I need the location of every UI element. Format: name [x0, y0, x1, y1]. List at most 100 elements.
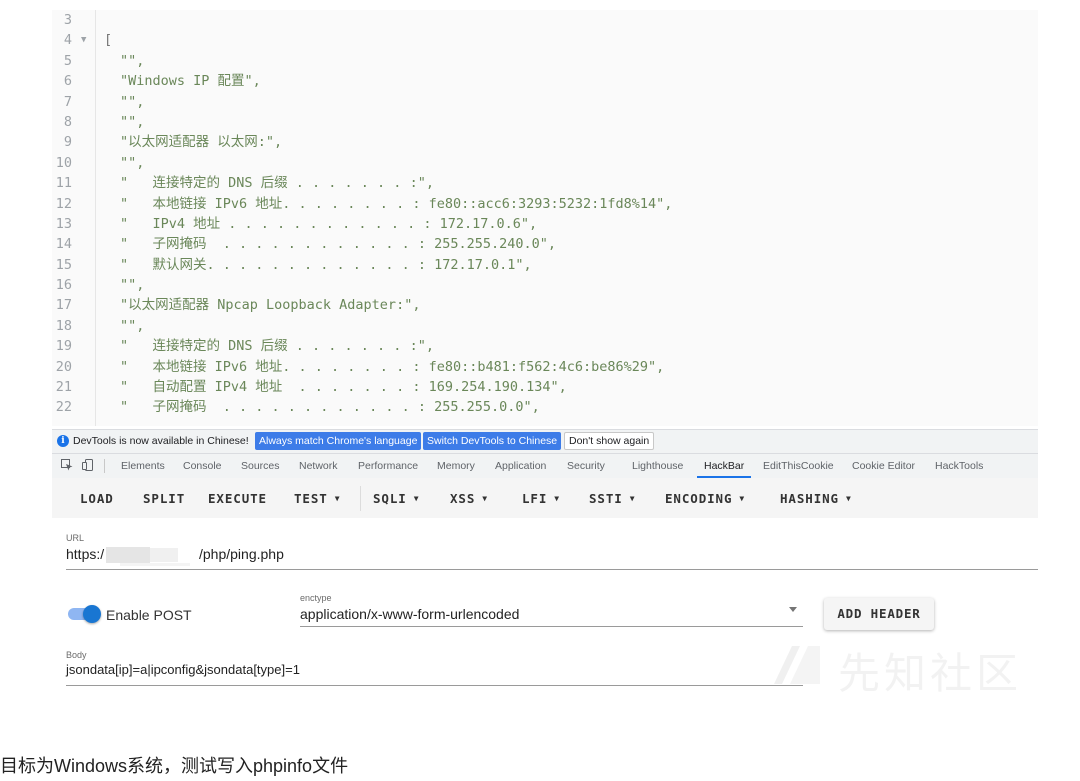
json-string-value: " 子网掩码 . . . . . . . . . . . . : 255.255…: [120, 399, 540, 416]
code-line: 7 "",: [52, 92, 1038, 112]
line-number: 12: [55, 195, 72, 212]
tab-elements[interactable]: Elements: [121, 460, 165, 472]
article-caption: 目标为Windows系统，测试写入phpinfo文件: [0, 756, 349, 776]
code-line: 13 " IPv4 地址 . . . . . . . . . . . . : 17…: [52, 214, 1038, 234]
json-string-value: " 连接特定的 DNS 后缀 . . . . . . . :",: [120, 338, 434, 355]
inspect-element-icon[interactable]: [61, 459, 73, 471]
code-lines: 3 4 ▼ [5 "", 6 "Windows IP 配置", 7 "", 8 "", 9 "以太网适配…: [52, 10, 1038, 418]
lfi-label: LFI: [522, 491, 548, 506]
caret-down-icon: ▼: [629, 494, 636, 503]
array-open-bracket: [: [104, 32, 113, 49]
tab-security[interactable]: Security: [567, 460, 605, 472]
switch-to-chinese-button[interactable]: Switch DevTools to Chinese: [423, 432, 562, 450]
line-number: 11: [55, 175, 72, 192]
xss-label: XSS: [450, 491, 476, 506]
info-icon: i: [57, 435, 69, 447]
url-input-underline: [66, 569, 1038, 570]
xss-menu-button[interactable]: XSS ▼: [450, 491, 488, 506]
hashing-menu-button[interactable]: HASHING ▼: [780, 491, 852, 506]
tab-editthiscookie[interactable]: EditThisCookie: [763, 460, 834, 472]
tab-hacktools[interactable]: HackTools: [935, 460, 983, 472]
body-label: Body: [66, 650, 87, 660]
dropdown-arrow-icon[interactable]: [789, 607, 797, 612]
tab-network[interactable]: Network: [299, 460, 338, 472]
tab-memory[interactable]: Memory: [437, 460, 475, 472]
line-number: 9: [63, 134, 72, 151]
line-number: 14: [55, 236, 72, 253]
json-string-value: "以太网适配器 Npcap Loopback Adapter:",: [120, 297, 421, 314]
always-match-language-button[interactable]: Always match Chrome's language: [255, 432, 422, 450]
tab-lighthouse[interactable]: Lighthouse: [632, 460, 683, 472]
line-number: 21: [55, 379, 72, 396]
code-line: 17 "以太网适配器 Npcap Loopback Adapter:",: [52, 295, 1038, 315]
test-menu-button[interactable]: TEST ▼: [294, 491, 340, 506]
code-line: 15 " 默认网关. . . . . . . . . . . . . : 172.…: [52, 255, 1038, 275]
code-line: 3: [52, 10, 1038, 30]
line-number: 19: [55, 338, 72, 355]
tab-cookie-editor[interactable]: Cookie Editor: [852, 460, 915, 472]
tab-performance[interactable]: Performance: [358, 460, 418, 472]
split-button[interactable]: SPLIT: [143, 491, 185, 506]
line-number: 8: [63, 113, 72, 130]
toolbar-separator: [104, 459, 105, 473]
toolbar-divider: [360, 486, 361, 511]
code-line: 21 " 自动配置 IPv4 地址 . . . . . . . : 169.254…: [52, 377, 1038, 397]
test-label: TEST: [294, 491, 328, 506]
code-line: 20 " 本地链接 IPv6 地址. . . . . . . . : fe80::…: [52, 357, 1038, 377]
line-number: 22: [55, 399, 72, 416]
json-string-value: " 连接特定的 DNS 后缀 . . . . . . . :",: [120, 175, 434, 192]
line-number: 20: [55, 358, 72, 375]
redacted-host: [106, 545, 190, 567]
tab-sources[interactable]: Sources: [241, 460, 280, 472]
body-input[interactable]: jsondata[ip]=a|ipconfig&jsondata[type]=1: [66, 662, 300, 677]
code-line: 6 "Windows IP 配置",: [52, 71, 1038, 91]
url-input-prefix[interactable]: https:/: [66, 546, 104, 562]
toggle-thumb: [83, 605, 101, 623]
line-number: 4: [63, 32, 72, 49]
caret-down-icon: ▼: [845, 494, 852, 503]
encoding-menu-button[interactable]: ENCODING ▼: [665, 491, 745, 506]
add-header-button[interactable]: ADD HEADER: [824, 598, 934, 630]
json-string-value: " 本地链接 IPv6 地址. . . . . . . . : fe80::ac…: [120, 195, 673, 212]
json-string-value: " 子网掩码 . . . . . . . . . . . . : 255.255…: [120, 236, 557, 253]
dont-show-again-button[interactable]: Don't show again: [564, 432, 655, 450]
ssti-label: SSTI: [589, 491, 623, 506]
enctype-select[interactable]: application/x-www-form-urlencoded: [300, 606, 519, 622]
caret-down-icon: ▼: [413, 494, 420, 503]
json-string-value: "",: [120, 113, 145, 130]
line-number: 15: [55, 256, 72, 273]
enctype-underline: [300, 626, 803, 627]
caret-down-icon: ▼: [554, 494, 560, 503]
enable-post-toggle[interactable]: [66, 605, 101, 623]
line-number: 6: [63, 73, 72, 90]
encoding-label: ENCODING: [665, 491, 733, 506]
line-number: 5: [63, 52, 72, 69]
code-line: 19 " 连接特定的 DNS 后缀 . . . . . . . :",: [52, 336, 1038, 356]
lfi-menu-button[interactable]: LFI ▼: [522, 491, 560, 506]
json-response-viewer: 3 4 ▼ [5 "", 6 "Windows IP 配置", 7 "", 8 "", 9 "以太网适配…: [52, 10, 1038, 426]
fold-arrow-icon[interactable]: ▼: [81, 30, 86, 50]
sqli-label: SQLI: [373, 491, 407, 506]
tab-application[interactable]: Application: [495, 460, 546, 472]
url-input-path[interactable]: /php/ping.php: [199, 546, 284, 562]
tab-console[interactable]: Console: [183, 460, 222, 472]
json-string-value: "",: [120, 93, 145, 110]
json-string-value: "以太网适配器 以太网:",: [120, 134, 283, 151]
sqli-menu-button[interactable]: SQLI ▼: [373, 491, 419, 506]
load-button[interactable]: LOAD: [80, 491, 114, 506]
line-number: 13: [55, 215, 72, 232]
split-label: SPLIT: [143, 491, 186, 506]
device-toolbar-icon[interactable]: [82, 459, 94, 471]
tab-hackbar[interactable]: HackBar: [704, 460, 744, 472]
code-line: 14 " 子网掩码 . . . . . . . . . . . . : 255.2…: [52, 234, 1038, 254]
ssti-menu-button[interactable]: SSTI ▼: [589, 491, 635, 506]
hackbar-toolbar: LOAD SPLIT EXECUTE TEST ▼ SQLI ▼ XSS ▼ LFI ▼…: [52, 478, 1038, 518]
url-label: URL: [66, 533, 85, 543]
json-string-value: " 默认网关. . . . . . . . . . . . . : 172.17…: [120, 256, 532, 273]
enctype-label: enctype: [300, 593, 332, 603]
code-line: 18 "",: [52, 316, 1038, 336]
execute-button[interactable]: EXECUTE: [208, 491, 267, 506]
hashing-label: HASHING: [780, 491, 839, 506]
json-string-value: "",: [120, 52, 145, 69]
caret-down-icon: ▼: [482, 494, 488, 503]
